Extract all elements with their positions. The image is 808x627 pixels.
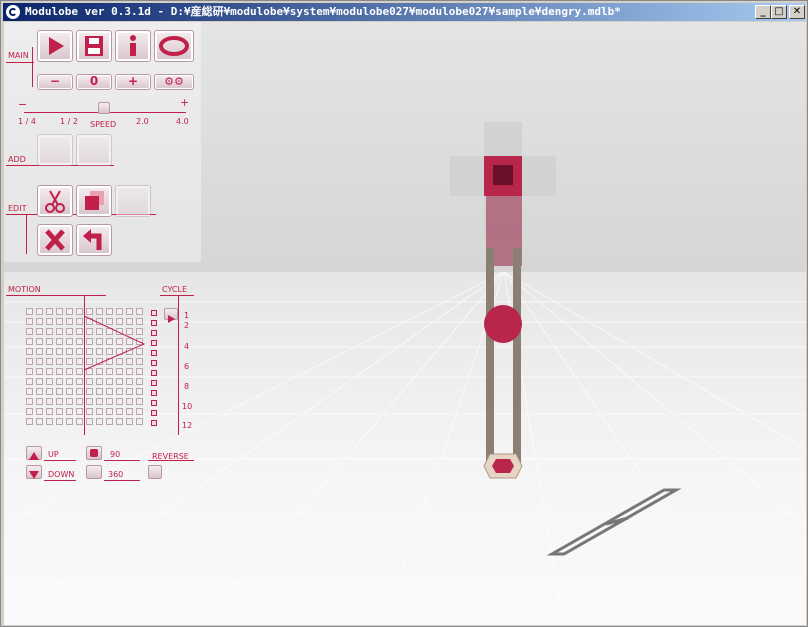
- paste-button[interactable]: [115, 185, 151, 217]
- speed-label: SPEED: [90, 120, 117, 129]
- maximize-button[interactable]: □: [771, 5, 787, 19]
- gear-icon: ⚙⚙: [164, 75, 184, 88]
- triangle-up-icon: [29, 452, 39, 460]
- rod-right: [513, 248, 521, 466]
- minimize-button[interactable]: _: [755, 5, 771, 19]
- cycle-num-8: 8: [184, 382, 190, 391]
- 3d-viewport[interactable]: MAIN − 0 + ⚙⚙ − + 1 / 4 1 / 2 SPEED 2.0 …: [4, 22, 806, 625]
- main-bracket: [32, 47, 33, 87]
- cycle-marker[interactable]: [151, 330, 157, 336]
- cycle-marker[interactable]: [151, 320, 157, 326]
- cycle-marker[interactable]: [151, 380, 157, 386]
- motion-section-label: MOTION: [8, 285, 41, 294]
- angle-90-line: [104, 460, 140, 461]
- view-button[interactable]: [154, 30, 194, 62]
- play-icon: [49, 37, 64, 55]
- angle-360-value: 360: [108, 470, 124, 479]
- reset-button[interactable]: 0: [76, 74, 112, 90]
- main-section-label: MAIN: [8, 51, 29, 60]
- cycle-play-button[interactable]: [164, 308, 178, 323]
- square-icon: [90, 449, 98, 457]
- speed-slider-handle[interactable]: [98, 102, 110, 114]
- add-section-label: ADD: [8, 155, 26, 164]
- hex-base-center: [492, 459, 514, 473]
- scissors-icon: [45, 190, 65, 213]
- reverse-line: [148, 460, 194, 461]
- reverse-checkbox[interactable]: [148, 465, 162, 479]
- delete-button[interactable]: [37, 224, 73, 256]
- speed-minus-label: −: [18, 98, 28, 111]
- undo-icon: [83, 229, 102, 250]
- cycle-num-4: 4: [184, 342, 190, 351]
- angle-90-button[interactable]: [86, 446, 102, 460]
- cycle-marker[interactable]: [151, 400, 157, 406]
- triangle-down-icon: [29, 471, 39, 479]
- speed-plus-label: +: [180, 96, 190, 109]
- up-label: UP: [48, 450, 59, 459]
- cycle-line: [160, 295, 194, 296]
- angle-360-button[interactable]: [86, 465, 102, 479]
- title-bar[interactable]: Modulobe ver 0.3.1d - D:¥産総研¥modulobe¥sy…: [3, 3, 805, 21]
- cut-button[interactable]: [37, 185, 73, 217]
- app-logo-icon: [6, 5, 20, 19]
- copy-icon: [85, 191, 104, 210]
- cycle-marker[interactable]: [151, 410, 157, 416]
- add-joint-button[interactable]: [76, 134, 112, 166]
- down-label: DOWN: [48, 470, 75, 479]
- angle-360-line: [104, 480, 140, 481]
- zoom-in-button[interactable]: +: [115, 74, 151, 90]
- up-line: [44, 460, 76, 461]
- cycle-marker[interactable]: [151, 420, 157, 426]
- zoom-out-button[interactable]: −: [37, 74, 73, 90]
- up-button[interactable]: [26, 446, 42, 460]
- settings-button[interactable]: ⚙⚙: [154, 74, 194, 90]
- cycle-num-2: 2: [184, 321, 190, 330]
- save-icon: [85, 36, 103, 56]
- save-button[interactable]: [76, 30, 112, 62]
- cycle-marker[interactable]: [151, 340, 157, 346]
- cycle-marker[interactable]: [151, 390, 157, 396]
- speed-tick-four: 4.0: [176, 117, 189, 126]
- speed-tick-half: 1 / 2: [60, 117, 78, 126]
- edit-section-label: EDIT: [8, 204, 27, 213]
- cycle-num-6: 6: [184, 362, 190, 371]
- close-button[interactable]: ✕: [789, 5, 805, 19]
- cross-icon: [45, 229, 65, 251]
- down-button[interactable]: [26, 465, 42, 479]
- motion-curve: [83, 315, 146, 371]
- control-panel: MAIN − 0 + ⚙⚙ − + 1 / 4 1 / 2 SPEED 2.0 …: [4, 22, 201, 262]
- speed-tick-quarter: 1 / 4: [18, 117, 36, 126]
- info-button[interactable]: [115, 30, 151, 62]
- eye-icon: [159, 36, 189, 56]
- cycle-marker[interactable]: [151, 370, 157, 376]
- down-line: [44, 480, 76, 481]
- cycle-marker[interactable]: [151, 350, 157, 356]
- edit-bracket: [26, 214, 27, 254]
- cycle-marker[interactable]: [151, 310, 157, 316]
- cycle-axis: [178, 295, 179, 435]
- undo-button[interactable]: [76, 224, 112, 256]
- rod-left: [486, 248, 494, 466]
- main-line: [6, 62, 34, 63]
- angle-90-value: 90: [110, 450, 121, 459]
- copy-button[interactable]: [76, 185, 112, 217]
- info-icon: [130, 35, 136, 56]
- cycle-num-12: 12: [182, 421, 193, 430]
- joint-sphere: [484, 305, 522, 343]
- app-window: Modulobe ver 0.3.1d - D:¥産総研¥modulobe¥sy…: [0, 0, 808, 627]
- add-module-button[interactable]: [37, 134, 73, 166]
- play-icon: [168, 315, 175, 323]
- cycle-num-10: 10: [182, 402, 193, 411]
- window-title: Modulobe ver 0.3.1d - D:¥産総研¥modulobe¥sy…: [25, 5, 621, 18]
- motion-line: [6, 295, 106, 296]
- speed-tick-two: 2.0: [136, 117, 149, 126]
- joint-block-center: [493, 165, 513, 185]
- cycle-section-label: CYCLE: [162, 285, 187, 294]
- cycle-num-1: 1: [184, 311, 190, 320]
- cycle-marker[interactable]: [151, 360, 157, 366]
- play-button[interactable]: [37, 30, 73, 62]
